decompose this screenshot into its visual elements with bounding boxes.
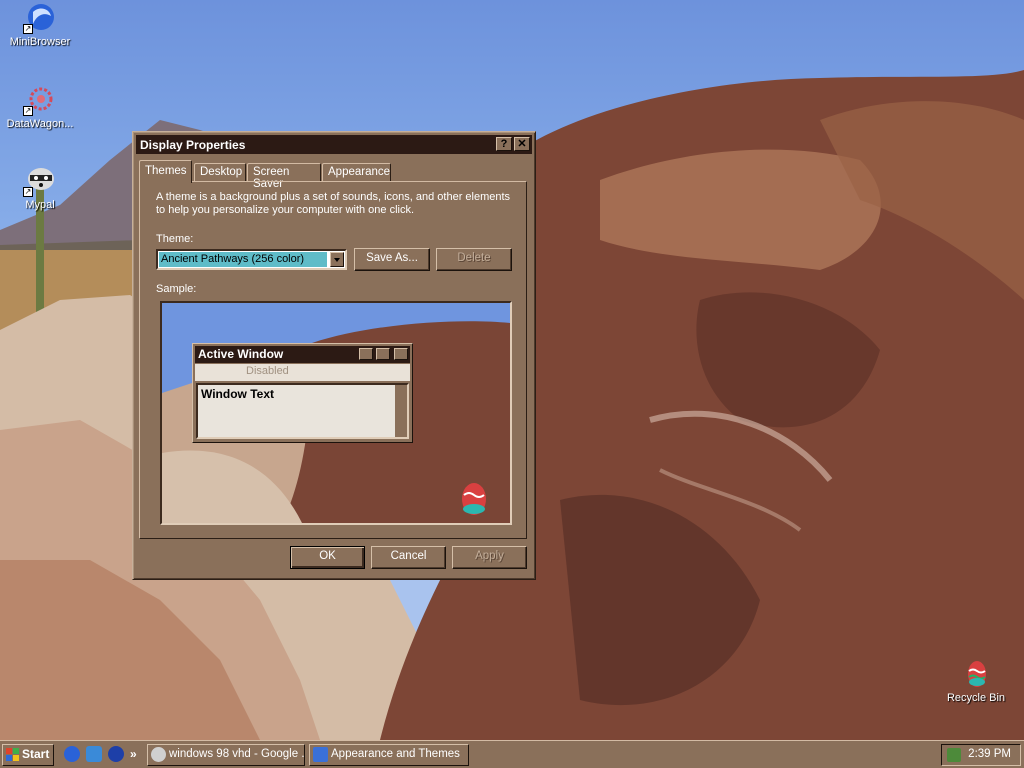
minibrowser-icon: ↗ — [23, 2, 57, 34]
control-panel-icon — [313, 747, 328, 762]
display-properties-dialog: Display Properties ? ✕ Themes Desktop Sc… — [132, 131, 536, 580]
sample-label: Sample: — [156, 283, 197, 295]
tab-screen-saver[interactable]: Screen Saver — [247, 163, 321, 190]
theme-sample-preview: Active Window Disabled Window Text — [160, 301, 512, 525]
description-line-1: A theme is a background plus a set of so… — [156, 191, 511, 203]
sample-disabled-menu: Disabled — [195, 364, 410, 381]
ok-button[interactable]: OK — [290, 546, 365, 569]
description-line-2: to help you personalize your computer wi… — [156, 204, 415, 216]
mypal-raccoon-icon: ↗ — [23, 165, 57, 197]
windows-logo-icon — [6, 748, 19, 761]
close-icon — [394, 348, 408, 360]
maximize-icon — [376, 348, 390, 360]
start-button[interactable]: Start — [2, 744, 54, 766]
taskbar-task-appearance[interactable]: Appearance and Themes — [309, 744, 469, 766]
shortcut-arrow-icon: ↗ — [23, 24, 33, 34]
theme-select[interactable]: Ancient Pathways (256 color) — [156, 249, 347, 270]
internet-explorer-icon[interactable] — [64, 746, 80, 762]
network-icon[interactable] — [947, 748, 961, 762]
desktop-icon-mypal[interactable]: ↗ Mypal — [2, 165, 78, 211]
dialog-title-bar[interactable]: Display Properties ? ✕ — [136, 135, 532, 154]
taskbar: Start » windows 98 vhd - Google ... Appe… — [0, 740, 1024, 768]
show-desktop-icon[interactable] — [86, 746, 102, 762]
media-player-icon[interactable] — [108, 746, 124, 762]
recycle-bin-icon — [959, 658, 993, 690]
desktop-icon-datawagon[interactable]: ↗ DataWagon... — [2, 84, 78, 130]
theme-select-value: Ancient Pathways (256 color) — [159, 252, 327, 267]
sample-client-area: Window Text — [196, 383, 409, 439]
mypal-raccoon-icon — [151, 747, 166, 762]
minimize-icon — [359, 348, 373, 360]
delete-button[interactable]: Delete — [436, 248, 512, 271]
save-as-button[interactable]: Save As... — [354, 248, 430, 271]
sample-scrollbar — [395, 385, 407, 437]
desktop-icon-recycle-bin[interactable]: Recycle Bin — [938, 658, 1014, 704]
tab-desktop[interactable]: Desktop — [194, 163, 246, 182]
tab-themes[interactable]: Themes — [139, 160, 192, 183]
help-button[interactable]: ? — [496, 137, 512, 151]
system-tray: 2:39 PM — [941, 744, 1021, 766]
cancel-button[interactable]: Cancel — [371, 546, 446, 569]
desktop-icon-minibrowser[interactable]: ↗ MiniBrowser — [2, 2, 78, 48]
theme-label: Theme: — [156, 233, 194, 245]
sample-window-text: Window Text — [201, 387, 274, 401]
quick-launch-chevron[interactable]: » — [130, 747, 137, 761]
dialog-title: Display Properties — [140, 138, 246, 152]
apply-button[interactable]: Apply — [452, 546, 527, 569]
shortcut-arrow-icon: ↗ — [23, 187, 33, 197]
taskbar-task-google[interactable]: windows 98 vhd - Google ... — [147, 744, 305, 766]
datawagon-icon: ↗ — [23, 84, 57, 116]
shortcut-arrow-icon: ↗ — [23, 106, 33, 116]
close-button[interactable]: ✕ — [514, 137, 530, 151]
sample-window-title: Active Window — [195, 346, 410, 363]
clock[interactable]: 2:39 PM — [968, 748, 1011, 760]
tab-appearance[interactable]: Appearance — [322, 163, 391, 182]
sample-active-window: Active Window Disabled Window Text — [192, 343, 413, 443]
chevron-down-icon[interactable] — [330, 252, 344, 267]
